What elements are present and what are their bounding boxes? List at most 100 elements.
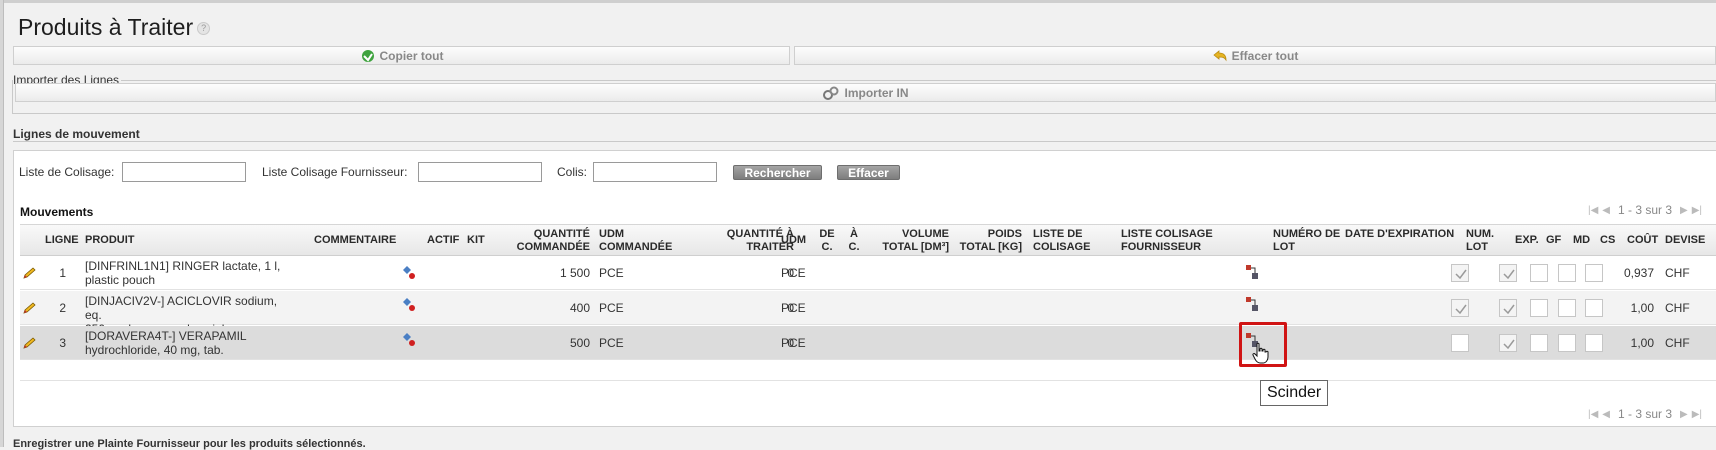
supplier-complaint-title: Enregistrer une Plainte Fournisseur pour… xyxy=(13,438,366,450)
col-kit[interactable]: KIT xyxy=(467,234,485,247)
col-supplier-packing[interactable]: LISTE COLISAGE FOURNISSEUR xyxy=(1121,228,1213,254)
cell-qty-to-process: 0 xyxy=(787,266,794,280)
col-from-parcel[interactable]: DE C. xyxy=(815,228,839,254)
col-cs[interactable]: CS xyxy=(1600,234,1615,247)
cs-checkbox[interactable] xyxy=(1585,299,1603,317)
next-page-icon[interactable]: ▶ xyxy=(1680,205,1688,216)
help-icon[interactable]: ? xyxy=(197,22,211,36)
import-in-button[interactable]: Importer IN xyxy=(15,83,1716,102)
import-gears-icon xyxy=(823,86,839,100)
table-row[interactable]: 2 [DINJACIV2V-] ACICLOVIR sodium, eq.250… xyxy=(20,291,1716,336)
exp-checkbox[interactable] xyxy=(1499,299,1517,317)
window-top-border xyxy=(0,0,1716,3)
last-page-icon[interactable]: ▶| xyxy=(1692,409,1702,420)
cell-uom-ordered: PCE xyxy=(599,266,624,280)
pencil-icon[interactable] xyxy=(23,302,37,314)
supplier-packing-label: Liste Colisage Fournisseur: xyxy=(262,165,408,179)
clear-all-label: Effacer tout xyxy=(1231,48,1299,63)
col-md[interactable]: MD xyxy=(1573,234,1590,247)
num-lot-checkbox[interactable] xyxy=(1451,334,1469,352)
col-uom-ordered[interactable]: UDM COMMANDÉE xyxy=(599,228,672,254)
copy-all-label: Copier tout xyxy=(379,48,444,63)
page-title-text: Produits à Traiter xyxy=(18,14,194,40)
col-expiry-date[interactable]: DATE D'EXPIRATION xyxy=(1345,228,1455,241)
clear-all-button[interactable]: Effacer tout xyxy=(794,46,1716,65)
col-commentaire[interactable]: COMMENTAIRE xyxy=(314,234,396,247)
parcels-label: Colis: xyxy=(557,165,588,179)
prev-page-icon[interactable]: ◀ xyxy=(1602,205,1610,216)
md-checkbox[interactable] xyxy=(1558,299,1576,317)
table-row[interactable]: 3 [DORAVERA4T-] VERAPAMIL hydrochloride, … xyxy=(20,326,1716,360)
num-lot-checkbox[interactable] xyxy=(1451,264,1469,282)
col-produit[interactable]: PRODUIT xyxy=(85,234,135,247)
col-qty-ordered[interactable]: QUANTITÉ COMMANDÉE xyxy=(500,228,590,254)
cell-uom: PCE xyxy=(781,301,806,315)
md-checkbox[interactable] xyxy=(1558,264,1576,282)
col-lot-number[interactable]: NUMÉRO DE LOT xyxy=(1273,228,1340,254)
col-num-lot[interactable]: NUM. LOT xyxy=(1466,228,1494,254)
col-weight[interactable]: POIDS TOTAL [KG] xyxy=(950,228,1022,254)
col-uom[interactable]: UDM xyxy=(781,234,806,247)
cell-line: 2 xyxy=(59,301,66,315)
cell-uom-ordered: PCE xyxy=(599,301,624,315)
col-actif[interactable]: ACTIF xyxy=(427,234,459,247)
cell-cost: 0,937 xyxy=(1623,266,1654,280)
search-button[interactable]: Rechercher xyxy=(733,165,822,180)
gf-checkbox[interactable] xyxy=(1530,264,1548,282)
import-in-label: Importer IN xyxy=(844,85,909,100)
last-page-icon[interactable]: ▶| xyxy=(1692,205,1702,216)
col-gf[interactable]: GF xyxy=(1546,234,1561,247)
cell-uom-ordered: PCE xyxy=(599,336,624,350)
movements-title: Mouvements xyxy=(20,205,94,219)
cs-checkbox[interactable] xyxy=(1585,264,1603,282)
col-ligne[interactable]: LIGNE xyxy=(45,234,79,247)
movement-lines-title: Lignes de mouvement xyxy=(13,127,140,141)
split-icon[interactable] xyxy=(1245,264,1259,280)
cell-product: [DINFRINL1N1] RINGER lactate, 1 l, plasti… xyxy=(85,259,281,287)
copy-all-button[interactable]: Copier tout xyxy=(13,46,790,65)
split-icon[interactable] xyxy=(1245,296,1259,312)
cs-checkbox[interactable] xyxy=(1585,334,1603,352)
empty-row xyxy=(20,361,1716,381)
comment-edit-icon[interactable] xyxy=(401,296,417,312)
prev-page-icon[interactable]: ◀ xyxy=(1602,409,1610,420)
cell-currency: CHF xyxy=(1665,266,1690,280)
parcels-input[interactable] xyxy=(593,162,717,182)
cell-currency: CHF xyxy=(1665,336,1690,350)
exp-checkbox[interactable] xyxy=(1499,334,1517,352)
cell-uom: PCE xyxy=(781,336,806,350)
packing-list-input[interactable] xyxy=(122,162,246,182)
packing-list-label: Liste de Colisage: xyxy=(19,165,115,179)
md-checkbox[interactable] xyxy=(1558,334,1576,352)
cell-line: 3 xyxy=(59,336,66,350)
pager-bottom: |◀ ◀ 1 - 3 sur 3 ▶ ▶| xyxy=(1588,407,1702,421)
pager-text: 1 - 3 sur 3 xyxy=(1618,203,1673,217)
supplier-packing-input[interactable] xyxy=(418,162,542,182)
pager-top: |◀ ◀ 1 - 3 sur 3 ▶ ▶| xyxy=(1588,203,1702,217)
col-cost[interactable]: COÛT xyxy=(1627,234,1658,247)
table-header: LIGNE PRODUIT COMMENTAIRE ACTIF KIT QUAN… xyxy=(20,224,1716,256)
first-page-icon[interactable]: |◀ xyxy=(1588,409,1598,420)
comment-edit-icon[interactable] xyxy=(401,331,417,347)
gf-checkbox[interactable] xyxy=(1530,299,1548,317)
pencil-icon[interactable] xyxy=(23,337,37,349)
table-row[interactable]: 1 [DINFRINL1N1] RINGER lactate, 1 l, plas… xyxy=(20,256,1716,290)
pencil-icon[interactable] xyxy=(23,267,37,279)
gf-checkbox[interactable] xyxy=(1530,334,1548,352)
col-currency[interactable]: DEVISE xyxy=(1665,234,1705,247)
exp-checkbox[interactable] xyxy=(1499,264,1517,282)
col-qty-to-process[interactable]: QUANTITÉ À TRAITER xyxy=(690,228,794,254)
col-volume[interactable]: VOLUME TOTAL [DM³] xyxy=(860,228,949,254)
first-page-icon[interactable]: |◀ xyxy=(1588,205,1598,216)
cell-currency: CHF xyxy=(1665,301,1690,315)
num-lot-checkbox[interactable] xyxy=(1451,299,1469,317)
col-packing-list[interactable]: LISTE DE COLISAGE xyxy=(1033,228,1090,254)
comment-edit-icon[interactable] xyxy=(401,264,417,280)
next-page-icon[interactable]: ▶ xyxy=(1680,409,1688,420)
filter-clear-button[interactable]: Effacer xyxy=(837,165,900,180)
cell-qty-to-process: 0 xyxy=(787,336,794,350)
col-exp[interactable]: EXP. xyxy=(1515,234,1539,247)
cell-qty-ordered: 500 xyxy=(569,336,590,350)
split-tooltip: Scinder xyxy=(1260,380,1329,406)
cell-qty-to-process: 0 xyxy=(787,301,794,315)
